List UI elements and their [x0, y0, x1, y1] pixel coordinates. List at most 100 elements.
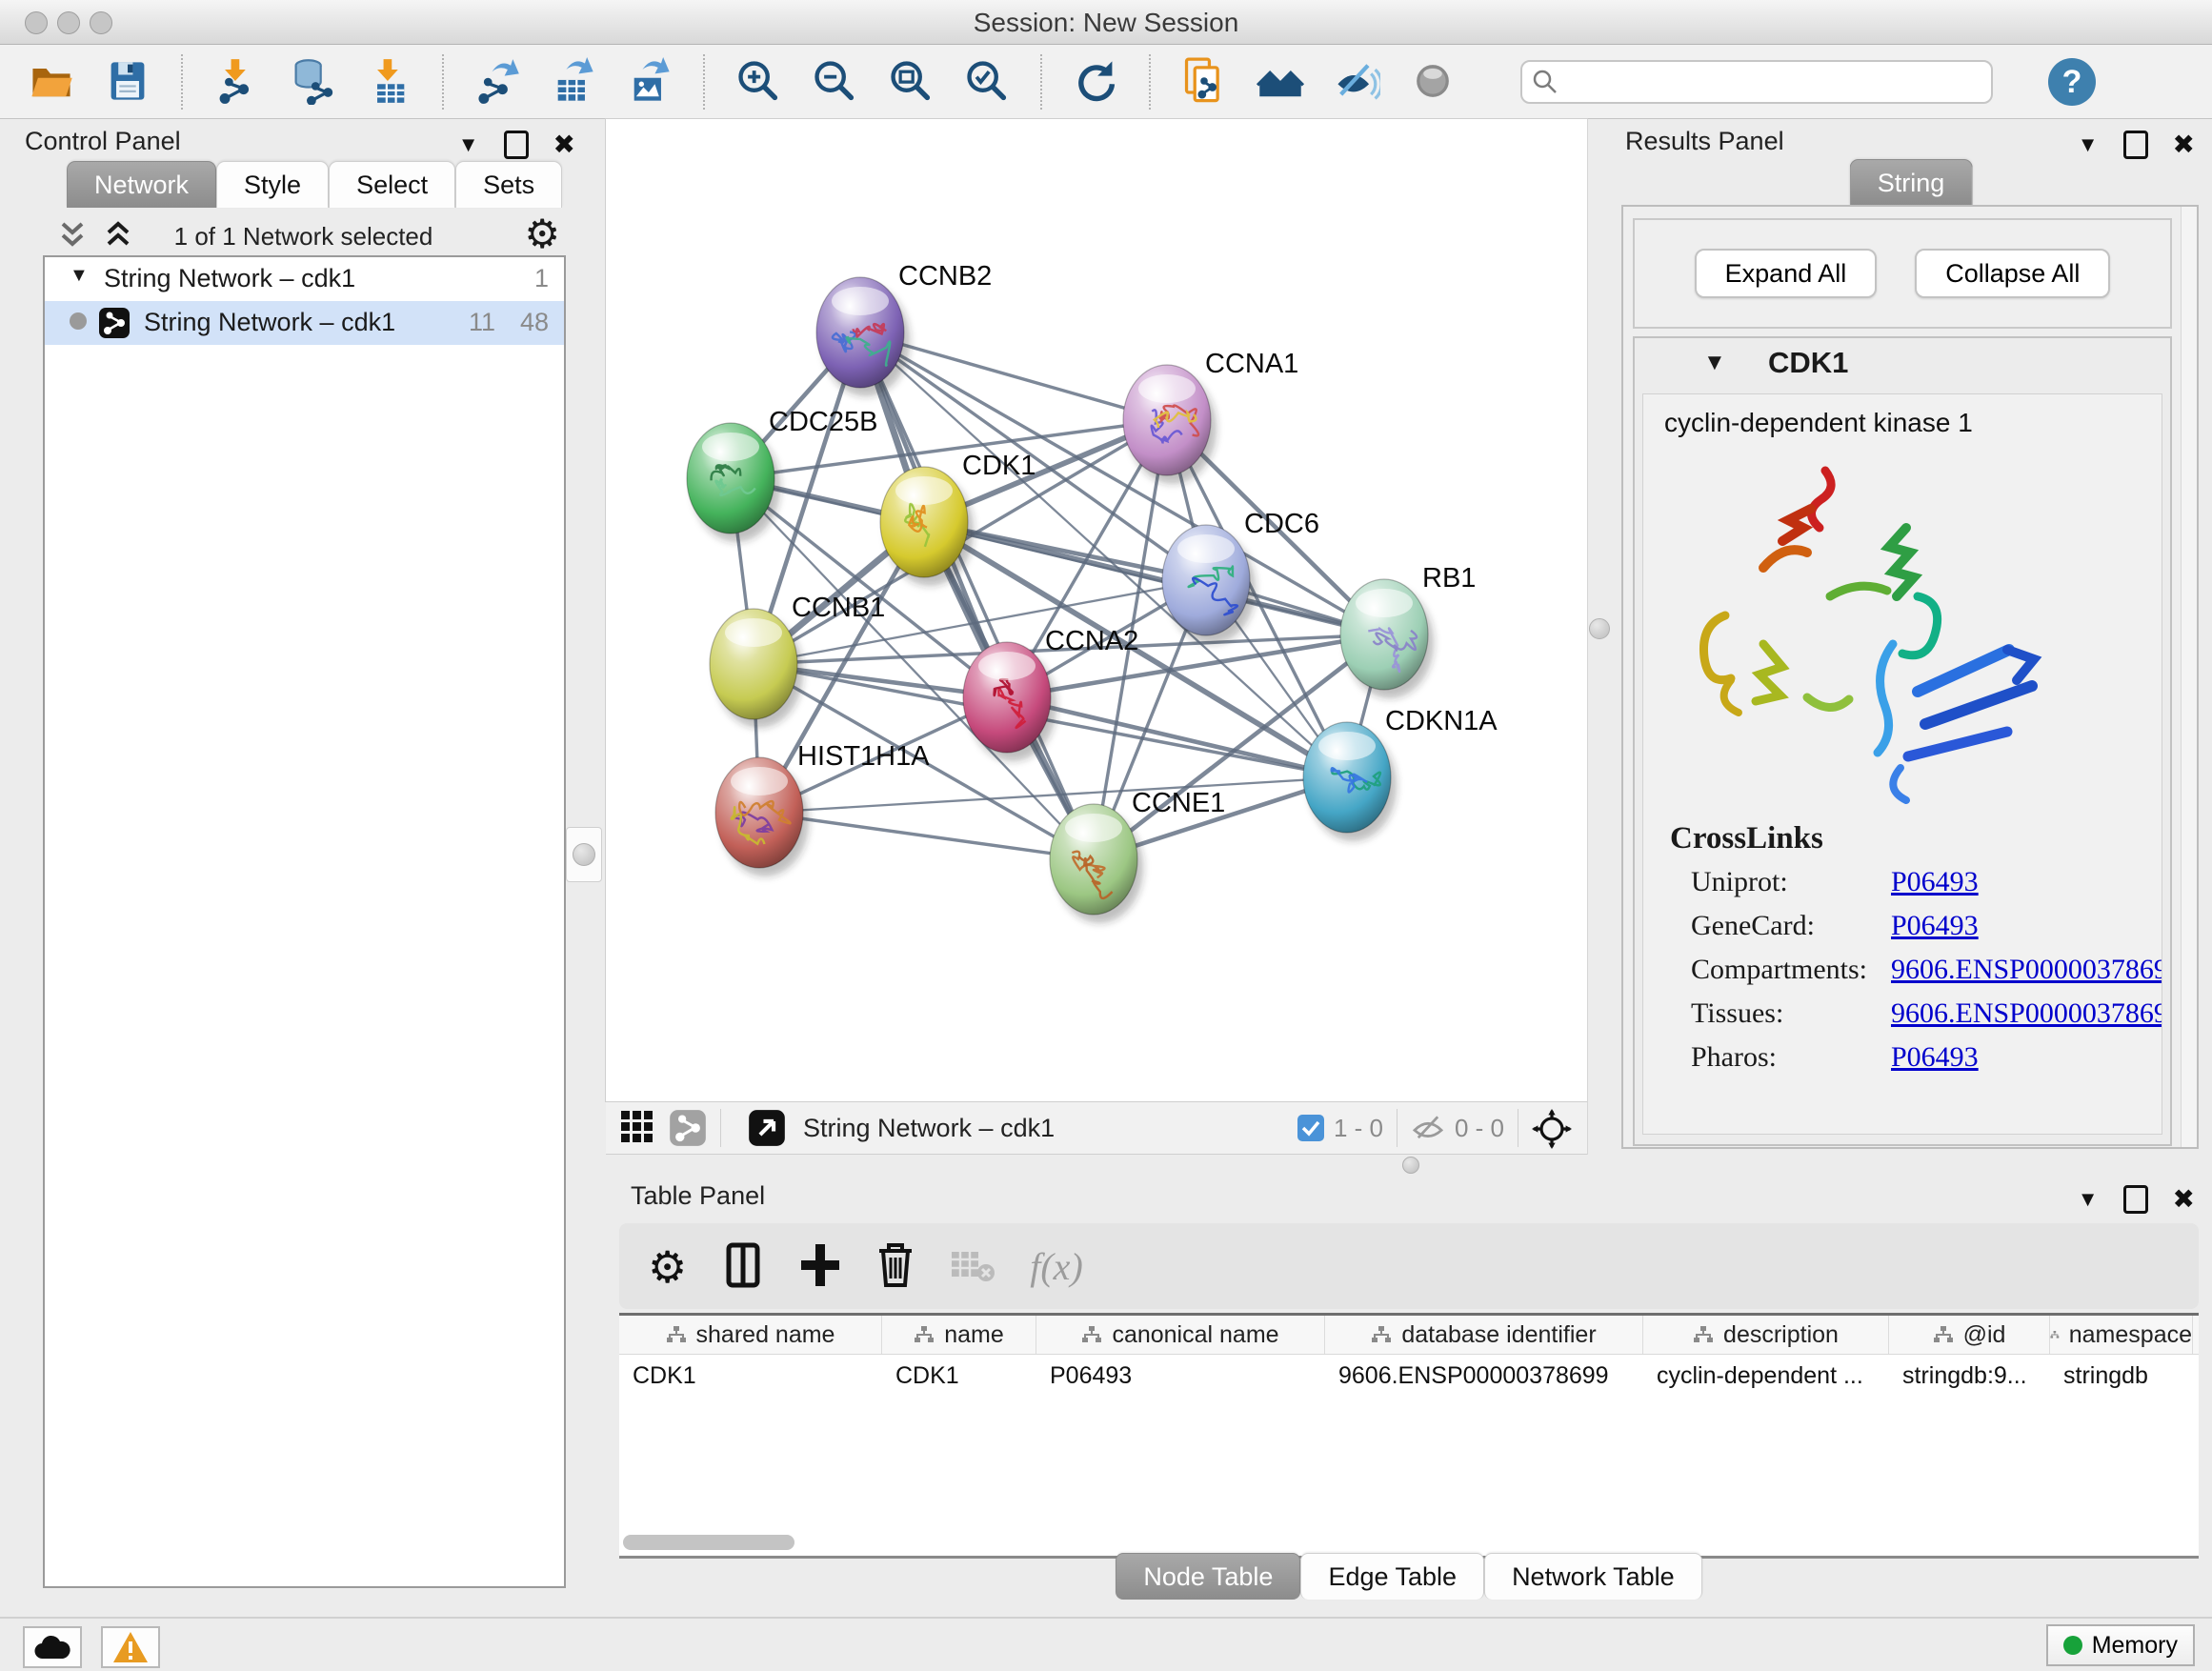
crosslink-row: Compartments:9606.ENSP00000378699: [1670, 954, 2162, 997]
network-selection-status: 1 of 1 Network selected: [43, 222, 564, 252]
hide-unhide-button[interactable]: [1330, 55, 1383, 109]
crosslink-link[interactable]: P06493: [1891, 1041, 1979, 1074]
open-session-file-button[interactable]: [1177, 55, 1231, 109]
home-button[interactable]: [1254, 55, 1307, 109]
network-edge[interactable]: [759, 813, 1094, 859]
table-cell[interactable]: CDK1: [619, 1355, 882, 1397]
table-tab-network-table[interactable]: Network Table: [1484, 1553, 1702, 1600]
crosslink-link[interactable]: 9606.ENSP00000378699: [1891, 997, 2162, 1030]
table-horizontal-scrollbar[interactable]: [623, 1535, 794, 1550]
delete-column-button[interactable]: [875, 1241, 915, 1291]
gene-section-header[interactable]: ▼ CDK1: [1635, 338, 2170, 392]
table-cell[interactable]: CDK1: [882, 1355, 1036, 1397]
table-panel-float-icon[interactable]: [2123, 1185, 2148, 1214]
network-row[interactable]: String Network – cdk1 11 48: [45, 301, 564, 345]
table-cell[interactable]: stringdb:9...: [1889, 1355, 2050, 1397]
cloud-status-button[interactable]: [23, 1626, 82, 1668]
import-table-file-button[interactable]: [362, 55, 415, 109]
table-cell[interactable]: cyclin-dependent ...: [1643, 1355, 1889, 1397]
network-node-CCNE1[interactable]: CCNE1: [1050, 788, 1225, 923]
zoom-in-button[interactable]: [732, 55, 785, 109]
network-node-CDKN1A[interactable]: CDKN1A: [1303, 706, 1498, 841]
control-panel-close-icon[interactable]: ✖: [553, 129, 575, 160]
render-eye-button[interactable]: [1406, 55, 1459, 109]
table-panel-menu-icon[interactable]: ▼: [2078, 1187, 2099, 1212]
hidden-eye-slash-icon[interactable]: [1411, 1114, 1445, 1142]
export-network-button[interactable]: [471, 55, 524, 109]
refresh-button[interactable]: [1069, 55, 1122, 109]
table-cell[interactable]: stringdb: [2050, 1355, 2193, 1397]
horizontal-splitter-handle[interactable]: [1402, 1157, 1419, 1174]
birds-eye-toggle-button[interactable]: [1532, 1109, 1572, 1147]
column-header-canonical-name[interactable]: canonical name: [1036, 1316, 1325, 1354]
import-network-database-button[interactable]: [286, 55, 339, 109]
table-panel-close-icon[interactable]: ✖: [2173, 1183, 2195, 1215]
column-header-namespace[interactable]: namespace: [2050, 1316, 2193, 1354]
table-settings-button[interactable]: ⚙: [648, 1241, 687, 1291]
create-column-button[interactable]: [799, 1241, 841, 1291]
network-canvas[interactable]: CCNB2CCNA1CDC25BCDK1CDC6RB1CCNB1CCNA2CDK…: [606, 119, 1587, 1101]
network-node-RB1[interactable]: RB1: [1340, 563, 1476, 698]
selected-checkbox-icon[interactable]: [1297, 1115, 1324, 1141]
network-edge[interactable]: [860, 332, 1094, 859]
function-builder-button[interactable]: f(x): [1030, 1241, 1083, 1291]
left-splitter-handle[interactable]: [566, 827, 602, 882]
save-session-button[interactable]: [101, 55, 154, 109]
view-single-button[interactable]: [669, 1109, 707, 1147]
search-input[interactable]: [1520, 60, 1993, 104]
control-panel-menu-icon[interactable]: ▼: [458, 132, 479, 157]
results-panel-header: Results Panel ▼ ✖: [1610, 119, 2212, 161]
column-header--id[interactable]: @id: [1889, 1316, 2050, 1354]
status-bar: Memory: [0, 1617, 2212, 1671]
results-panel-close-icon[interactable]: ✖: [2173, 129, 2195, 160]
export-image-button[interactable]: [623, 55, 676, 109]
open-session-button[interactable]: [25, 55, 78, 109]
expand-all-button[interactable]: Expand All: [1695, 249, 1878, 298]
table-tab-edge-table[interactable]: Edge Table: [1300, 1553, 1484, 1600]
column-attribute-icon: [914, 1325, 935, 1344]
network-node-CCNB2[interactable]: CCNB2: [816, 261, 992, 396]
collection-expander-icon[interactable]: ▼: [70, 265, 89, 287]
collapse-all-button[interactable]: Collapse All: [1915, 249, 2110, 298]
results-scrollbar[interactable]: [2181, 207, 2197, 1147]
network-node-CDC6[interactable]: CDC6: [1162, 509, 1319, 644]
column-header-description[interactable]: description: [1643, 1316, 1889, 1354]
view-grid-button[interactable]: [619, 1109, 655, 1147]
zoom-out-button[interactable]: [808, 55, 861, 109]
memory-button[interactable]: Memory: [2046, 1624, 2195, 1666]
warnings-button[interactable]: [101, 1626, 160, 1668]
control-tab-style[interactable]: Style: [216, 161, 329, 208]
results-panel-float-icon[interactable]: [2123, 131, 2148, 159]
delete-table-button[interactable]: [950, 1241, 995, 1291]
results-tab-string[interactable]: String: [1850, 159, 1973, 206]
results-panel-menu-icon[interactable]: ▼: [2078, 132, 2099, 157]
control-tab-sets[interactable]: Sets: [455, 161, 562, 208]
network-options-gear-icon[interactable]: ⚙: [524, 211, 560, 257]
table-tab-node-table[interactable]: Node Table: [1116, 1553, 1300, 1600]
control-tab-network[interactable]: Network: [67, 161, 216, 208]
control-panel-float-icon[interactable]: [504, 131, 529, 159]
gene-expander-icon[interactable]: ▼: [1703, 350, 1726, 376]
crosslink-link[interactable]: 9606.ENSP00000378699: [1891, 954, 2162, 986]
detach-view-button[interactable]: [748, 1109, 786, 1147]
table-row[interactable]: CDK1CDK1P064939606.ENSP00000378699cyclin…: [619, 1355, 2199, 1397]
import-network-file-button[interactable]: [210, 55, 263, 109]
crosslink-link[interactable]: P06493: [1891, 910, 1979, 942]
right-splitter[interactable]: [1587, 119, 1612, 1155]
column-header-name[interactable]: name: [882, 1316, 1036, 1354]
table-cell[interactable]: 9606.ENSP00000378699: [1325, 1355, 1643, 1397]
show-columns-button[interactable]: [721, 1241, 765, 1291]
network-edge[interactable]: [1007, 697, 1347, 777]
zoom-selected-button[interactable]: [960, 55, 1014, 109]
network-collection-row[interactable]: ▼ String Network – cdk1 1: [45, 257, 564, 301]
export-table-button[interactable]: [547, 55, 600, 109]
zoom-fit-button[interactable]: [884, 55, 937, 109]
node-label-CDKN1A: CDKN1A: [1385, 706, 1498, 736]
network-node-CDC25B[interactable]: CDC25B: [687, 407, 877, 542]
crosslink-link[interactable]: P06493: [1891, 866, 1979, 898]
column-header-shared-name[interactable]: shared name: [619, 1316, 882, 1354]
control-tab-select[interactable]: Select: [329, 161, 455, 208]
table-cell[interactable]: P06493: [1036, 1355, 1325, 1397]
help-button[interactable]: ?: [2048, 58, 2096, 106]
column-header-database-identifier[interactable]: database identifier: [1325, 1316, 1643, 1354]
